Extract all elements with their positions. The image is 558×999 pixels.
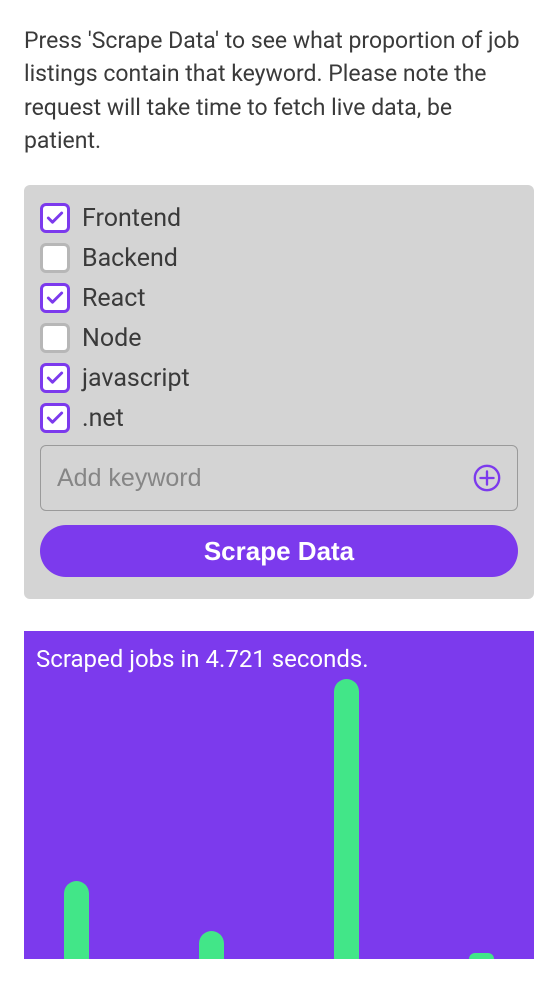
add-keyword-wrap xyxy=(40,445,518,511)
checkbox-dotnet[interactable] xyxy=(40,403,70,433)
check-icon xyxy=(45,208,65,228)
chart-bar xyxy=(334,679,359,959)
keyword-row: Node xyxy=(40,323,518,353)
add-keyword-input[interactable] xyxy=(40,445,518,511)
keyword-label: React xyxy=(82,284,146,313)
chart-bar xyxy=(64,881,89,959)
checkbox-node[interactable] xyxy=(40,323,70,353)
plus-circle-icon xyxy=(472,463,502,493)
keyword-row: Frontend xyxy=(40,203,518,233)
chart-bar xyxy=(199,931,224,959)
chart-area: Scraped jobs in 4.721 seconds. xyxy=(24,631,534,959)
checkbox-javascript[interactable] xyxy=(40,363,70,393)
keyword-row: .net xyxy=(40,403,518,433)
keyword-row: Backend xyxy=(40,243,518,273)
intro-text: Press 'Scrape Data' to see what proporti… xyxy=(24,24,534,157)
chart-bars xyxy=(24,679,534,959)
keyword-row: javascript xyxy=(40,363,518,393)
keyword-label: Backend xyxy=(82,244,178,273)
scrape-data-button[interactable]: Scrape Data xyxy=(40,525,518,577)
keyword-label: Node xyxy=(82,324,141,353)
chart-status-text: Scraped jobs in 4.721 seconds. xyxy=(24,645,534,673)
keyword-panel: Frontend Backend React Node javascript .… xyxy=(24,185,534,599)
checkbox-frontend[interactable] xyxy=(40,203,70,233)
keyword-row: React xyxy=(40,283,518,313)
add-keyword-button[interactable] xyxy=(472,463,502,493)
chart-bar xyxy=(469,953,494,959)
keyword-label: .net xyxy=(82,404,124,433)
check-icon xyxy=(45,408,65,428)
check-icon xyxy=(45,368,65,388)
checkbox-backend[interactable] xyxy=(40,243,70,273)
keyword-label: javascript xyxy=(82,364,190,393)
keyword-label: Frontend xyxy=(82,204,181,233)
check-icon xyxy=(45,288,65,308)
checkbox-react[interactable] xyxy=(40,283,70,313)
